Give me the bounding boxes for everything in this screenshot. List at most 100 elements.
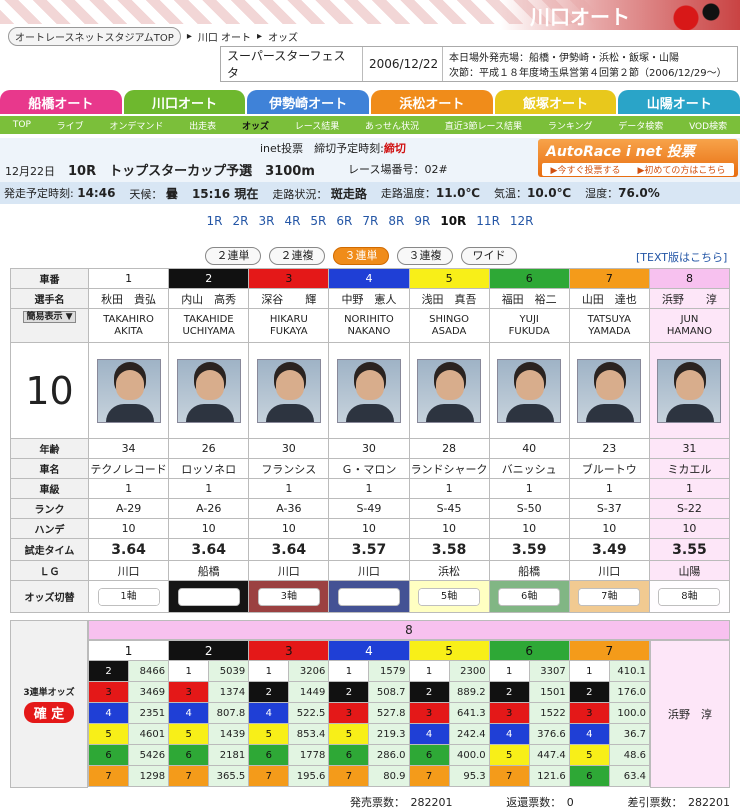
start-time-value: 14:46 xyxy=(77,186,116,200)
subnav-item[interactable]: オンデマンド xyxy=(109,119,163,132)
tab-isesaki[interactable]: 伊勢崎オート xyxy=(247,90,370,114)
subnav-item[interactable]: オッズ xyxy=(242,119,269,132)
subnav-item[interactable]: ライブ xyxy=(57,119,84,132)
race-link[interactable]: 7R xyxy=(362,214,378,232)
odds-value[interactable]: 3206 xyxy=(288,660,330,682)
odds-value[interactable]: 8466 xyxy=(128,660,170,682)
odds-value[interactable]: 219.3 xyxy=(368,723,410,745)
display-mode-select[interactable]: 簡易表示 ▼ xyxy=(23,311,76,323)
odds-value[interactable]: 2181 xyxy=(208,744,250,766)
odds-value[interactable]: 1298 xyxy=(128,765,170,787)
odds-value[interactable]: 889.2 xyxy=(448,681,490,703)
third-place-car: 7 xyxy=(408,765,450,787)
axis-button[interactable]: 8軸 xyxy=(658,587,721,606)
odds-value[interactable]: 100.0 xyxy=(608,702,651,724)
race-link[interactable]: 1R xyxy=(206,214,222,232)
axis-button[interactable]: 5軸 xyxy=(418,587,481,606)
odds-value[interactable]: 410.1 xyxy=(608,660,651,682)
subnav-item[interactable]: VOD検索 xyxy=(689,119,727,132)
third-place-car: 3 xyxy=(328,702,370,724)
vote-now-link[interactable]: ▶今すぐ投票する xyxy=(551,163,621,176)
odds-value[interactable]: 63.4 xyxy=(608,765,651,787)
race-link[interactable]: 5R xyxy=(310,214,326,232)
race-link[interactable]: 10R xyxy=(440,214,466,232)
bet-2rentan-button[interactable]: ２連単 xyxy=(205,247,261,265)
odds-value[interactable]: 522.5 xyxy=(288,702,330,724)
odds-value[interactable]: 1449 xyxy=(288,681,330,703)
odds-value[interactable]: 48.6 xyxy=(608,744,651,766)
car-number: 6 xyxy=(525,272,533,285)
subnav-item[interactable]: レース結果 xyxy=(295,119,340,132)
race-link[interactable]: 11R xyxy=(476,214,500,232)
third-place-car: 1 xyxy=(408,660,450,682)
odds-value[interactable]: 5039 xyxy=(208,660,250,682)
odds-value[interactable]: 36.7 xyxy=(608,723,651,745)
odds-value[interactable]: 807.8 xyxy=(208,702,250,724)
subnav-item[interactable]: あっせん状況 xyxy=(365,119,419,132)
odds-value[interactable]: 2351 xyxy=(128,702,170,724)
race-link[interactable]: 9R xyxy=(414,214,430,232)
odds-value[interactable]: 376.6 xyxy=(528,723,570,745)
odds-value[interactable]: 400.0 xyxy=(448,744,490,766)
bet-2renpuku-button[interactable]: ２連複 xyxy=(269,247,325,265)
odds-value[interactable]: 4601 xyxy=(128,723,170,745)
odds-value[interactable]: 1374 xyxy=(208,681,250,703)
race-link[interactable]: 6R xyxy=(336,214,352,232)
race-link[interactable]: 12R xyxy=(510,214,534,232)
bet-wide-button[interactable]: ワイド xyxy=(461,247,517,265)
breadcrumb-venue-link[interactable]: 川口 オート xyxy=(198,29,251,44)
axis-button[interactable]: 1軸 xyxy=(97,587,160,606)
odds-value[interactable]: 242.4 xyxy=(448,723,490,745)
subnav-item[interactable]: 直近3節レース結果 xyxy=(445,119,522,132)
odds-value[interactable]: 1501 xyxy=(528,681,570,703)
breadcrumb-top-link[interactable]: オートレースネットスタジアムTOP xyxy=(8,27,181,46)
subnav-item[interactable]: 出走表 xyxy=(189,119,216,132)
text-version-link[interactable]: [TEXT版はこちら] xyxy=(636,249,727,265)
bet-3rentan-button[interactable]: ３連単 xyxy=(333,247,389,265)
odds-value[interactable]: 3307 xyxy=(528,660,570,682)
odds-value[interactable]: 286.0 xyxy=(368,744,410,766)
odds-value[interactable]: 365.5 xyxy=(208,765,250,787)
axis-button[interactable]: 2軸 xyxy=(177,587,240,606)
tab-kawaguchi[interactable]: 川口オート xyxy=(123,90,246,114)
odds-value[interactable]: 3469 xyxy=(128,681,170,703)
tab-iizuka[interactable]: 飯塚オート xyxy=(494,90,617,114)
race-link[interactable]: 8R xyxy=(388,214,404,232)
rider-cell xyxy=(248,342,330,439)
odds-value[interactable]: 195.6 xyxy=(288,765,330,787)
race-link[interactable]: 4R xyxy=(284,214,300,232)
axis-button[interactable]: 4軸 xyxy=(337,587,400,606)
axis-button[interactable]: 6軸 xyxy=(498,587,561,606)
third-place-car: 3 xyxy=(568,702,610,724)
odds-value[interactable]: 1579 xyxy=(368,660,410,682)
race-header: inet投票 締切予定時刻:締切 12月22日 10R トップスターカップ予選 … xyxy=(0,138,740,182)
odds-value[interactable]: 95.3 xyxy=(448,765,490,787)
autorace-inet-banner[interactable]: AutoRace i net 投票 ▶今すぐ投票する ▶初めての方はこちら xyxy=(538,139,738,177)
odds-value[interactable]: 853.4 xyxy=(288,723,330,745)
tab-hamamatsu[interactable]: 浜松オート xyxy=(371,90,493,114)
odds-value[interactable]: 447.4 xyxy=(528,744,570,766)
odds-value[interactable]: 176.0 xyxy=(608,681,651,703)
subnav-item[interactable]: データ検索 xyxy=(618,119,663,132)
tab-sanyo[interactable]: 山陽オート xyxy=(618,90,740,114)
subnav-item[interactable]: ランキング xyxy=(548,119,593,132)
odds-value[interactable]: 121.6 xyxy=(528,765,570,787)
odds-value[interactable]: 1778 xyxy=(288,744,330,766)
odds-value[interactable]: 2300 xyxy=(448,660,490,682)
race-link[interactable]: 2R xyxy=(232,214,248,232)
odds-value[interactable]: 641.3 xyxy=(448,702,490,724)
subnav-item[interactable]: TOP xyxy=(13,120,31,130)
row-label-text: 試走タイム xyxy=(24,546,75,557)
bet-3renpuku-button[interactable]: ３連複 xyxy=(397,247,453,265)
race-link[interactable]: 3R xyxy=(258,214,274,232)
axis-button[interactable]: 3軸 xyxy=(257,587,320,606)
axis-button[interactable]: 7軸 xyxy=(578,587,641,606)
odds-value[interactable]: 80.9 xyxy=(368,765,410,787)
odds-value[interactable]: 527.8 xyxy=(368,702,410,724)
first-time-link[interactable]: ▶初めての方はこちら xyxy=(638,163,726,176)
odds-value[interactable]: 1522 xyxy=(528,702,570,724)
tab-funabashi[interactable]: 船橋オート xyxy=(0,90,122,114)
odds-value[interactable]: 1439 xyxy=(208,723,250,745)
odds-value[interactable]: 508.7 xyxy=(368,681,410,703)
odds-value[interactable]: 5426 xyxy=(128,744,170,766)
